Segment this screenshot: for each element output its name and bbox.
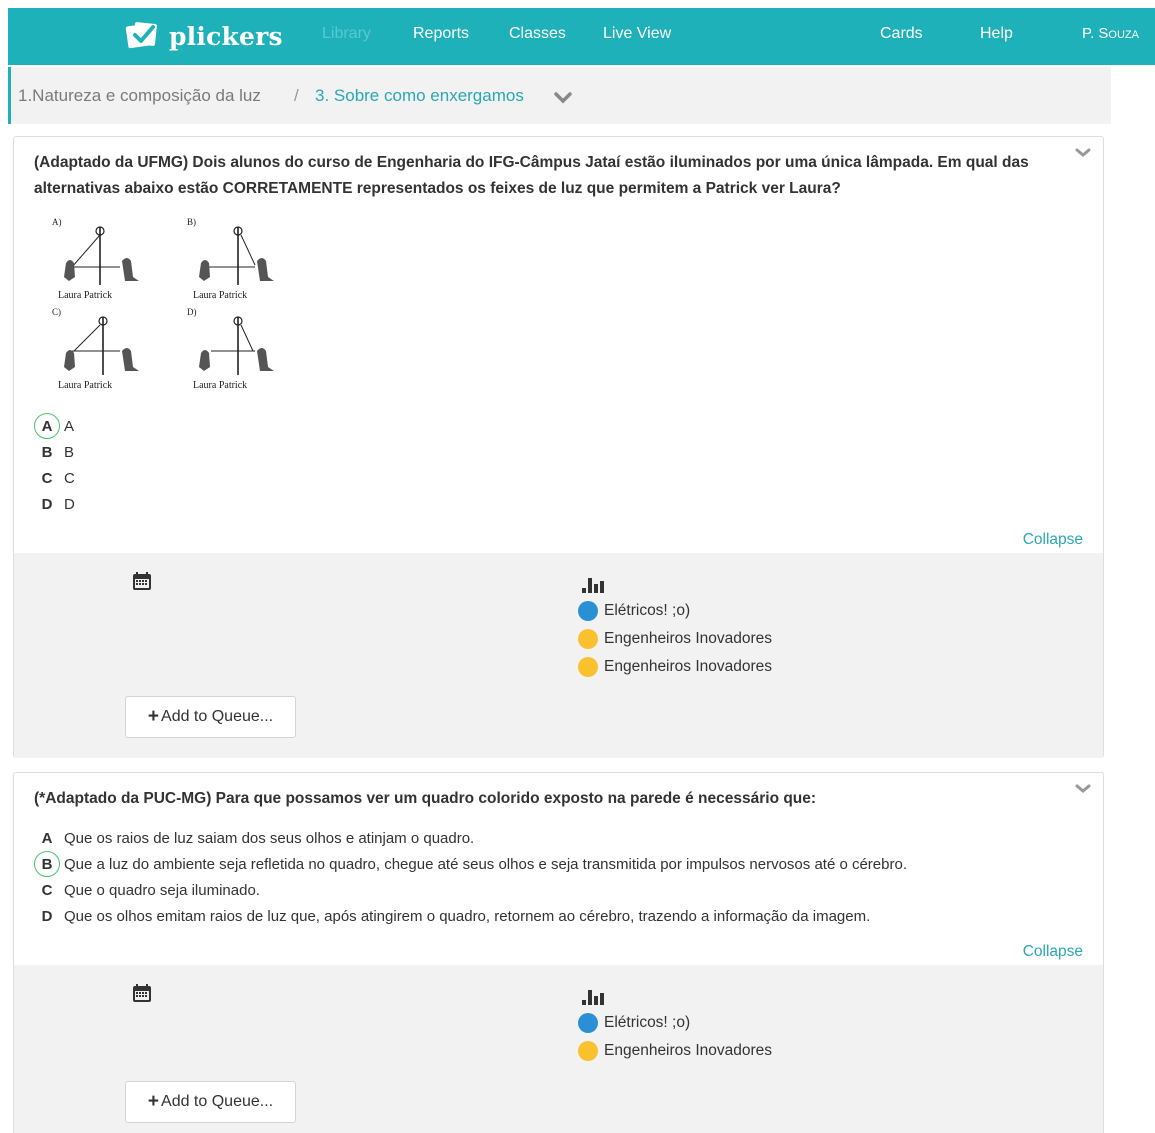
question-card: (Adaptado da UFMG) Dois alunos do curso … [13,136,1104,758]
choice-text: Que os olhos emitam raios de luz que, ap… [64,907,871,925]
plus-icon: + [147,1091,160,1112]
nav-live-view[interactable]: Live View [603,25,671,43]
collapse-link[interactable]: Collapse [1023,531,1083,549]
nav-reports[interactable]: Reports [413,25,469,43]
figure-panel: B) Laura Patrick [183,217,293,301]
choice-letter: D [41,495,53,513]
section-name: Elétricos! ;o) [604,602,691,619]
section-color-dot [578,1041,598,1061]
section-item[interactable]: Engenheiros Inovadores [578,625,772,653]
choice-a: A A [34,413,75,439]
brand-name: plickers [169,21,283,51]
card-footer: Elétricos! ;o) Engenheiros Inovadores En… [14,553,1103,758]
lamp-people-diagram [64,316,139,375]
choice-letter-correct: A [34,413,60,439]
choice-b: B Que a luz do ambiente seja refletida n… [34,851,907,877]
panel-label: A) [52,217,62,227]
plickers-check-icon [125,21,161,51]
calendar-icon[interactable] [132,983,152,1008]
choice-c: C Que o quadro seja iluminado. [34,877,907,903]
panel-label: C) [52,307,61,317]
section-item[interactable]: Engenheiros Inovadores [578,653,772,681]
choice-text: Que a luz do ambiente seja refletida no … [64,855,907,873]
answer-choices: A A B B C C D D [34,413,75,517]
add-to-queue-label: Add to Queue... [161,708,274,725]
choice-text: D [64,495,75,513]
section-item[interactable]: Elétricos! ;o) [578,597,772,625]
user-menu[interactable]: P. Souza [1082,25,1139,42]
nav-library[interactable]: Library [322,25,371,43]
section-list: Elétricos! ;o) Engenheiros Inovadores [578,1009,772,1065]
section-color-dot [578,657,598,677]
question-image: A) Laura Patrick B) Laura Patrick C) Lau… [48,217,278,391]
section-color-dot [578,601,598,621]
choice-letter: D [41,907,53,925]
choice-c: C C [34,465,75,491]
choice-d: D D [34,491,75,517]
section-item[interactable]: Engenheiros Inovadores [578,1037,772,1065]
section-color-dot [578,629,598,649]
figure-panel: D) Laura Patrick [183,307,293,391]
add-to-queue-button[interactable]: + Add to Queue... [125,696,296,738]
choice-text: Que os raios de luz saiam dos seus olhos… [64,829,475,847]
plus-icon: + [147,706,160,727]
choice-letter: A [41,829,53,847]
collapse-link[interactable]: Collapse [1023,943,1083,961]
panel-label: D) [187,307,197,317]
lamp-people-diagram [64,226,139,285]
bar-chart-icon[interactable] [582,573,606,598]
top-nav-bar: plickers Library Reports Classes Live Vi… [8,8,1155,65]
nav-cards[interactable]: Cards [880,25,923,43]
section-color-dot [578,1013,598,1033]
section-item[interactable]: Elétricos! ;o) [578,1009,772,1037]
choice-a: A Que os raios de luz saiam dos seus olh… [34,825,907,851]
add-to-queue-label: Add to Queue... [161,1093,274,1110]
choice-text: C [64,469,75,487]
breadcrumb-current[interactable]: 3. Sobre como enxergamos [315,86,524,106]
choice-letter-correct: B [34,851,60,877]
choice-letter: C [41,469,53,487]
section-name: Elétricos! ;o) [604,1014,691,1031]
panel-names: Laura Patrick [58,290,113,301]
question-card: (*Adaptado da PUC-MG) Para que possamos … [13,772,1104,1133]
panel-names: Laura Patrick [193,290,248,301]
breadcrumb: 1.Natureza e composição da luz / 3. Sobr… [8,67,1111,124]
choice-text: A [64,417,75,435]
card-footer: Elétricos! ;o) Engenheiros Inovadores + … [14,965,1103,1133]
figure-panel: C) Laura Patrick [48,307,158,391]
breadcrumb-separator: / [294,86,299,105]
question-text: (Adaptado da UFMG) Dois alunos do curso … [34,154,1029,197]
choice-d: D Que os olhos emitam raios de luz que, … [34,903,907,929]
nav-classes[interactable]: Classes [509,25,566,43]
chevron-down-icon[interactable] [1075,781,1091,799]
choice-text: Que o quadro seja iluminado. [64,881,260,899]
figure-panel: A) Laura Patrick [48,217,158,301]
choice-letter: B [41,443,53,461]
chevron-down-icon[interactable] [1075,145,1091,163]
choice-b: B B [34,439,75,465]
breadcrumb-parent[interactable]: 1.Natureza e composição da luz [18,86,261,106]
choice-text: B [64,443,75,461]
section-list: Elétricos! ;o) Engenheiros Inovadores En… [578,597,772,681]
answer-choices: A Que os raios de luz saiam dos seus olh… [34,825,907,929]
question-text: (*Adaptado da PUC-MG) Para que possamos … [34,790,817,807]
section-name: Engenheiros Inovadores [604,630,773,647]
lamp-people-diagram [199,316,274,375]
panel-label: B) [187,217,196,227]
nav-help[interactable]: Help [980,25,1013,43]
add-to-queue-button[interactable]: + Add to Queue... [125,1081,296,1123]
panel-names: Laura Patrick [58,380,113,391]
choice-letter: C [41,881,53,899]
plickers-logo[interactable]: plickers [125,20,283,52]
lamp-people-diagram [199,226,274,285]
chevron-down-icon[interactable] [554,91,572,109]
bar-chart-icon[interactable] [582,985,606,1010]
section-name: Engenheiros Inovadores [604,658,773,675]
section-name: Engenheiros Inovadores [604,1042,773,1059]
panel-names: Laura Patrick [193,380,248,391]
calendar-icon[interactable] [132,571,152,596]
